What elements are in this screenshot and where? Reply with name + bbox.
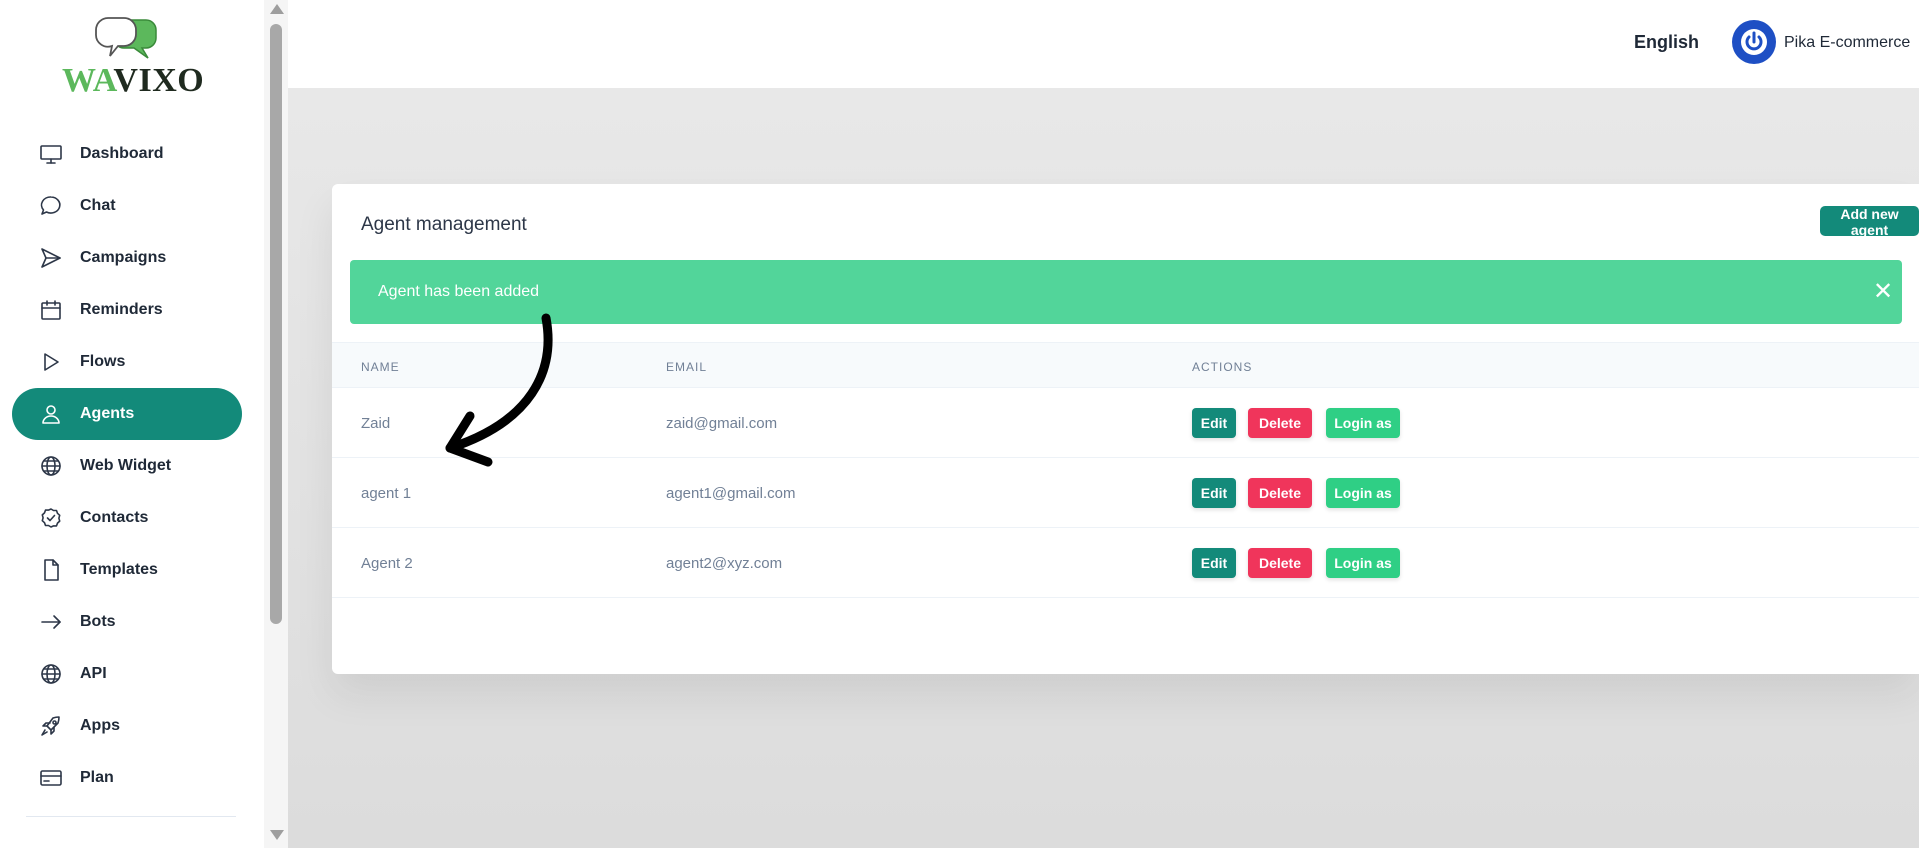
- sidebar-item-label: Reminders: [80, 301, 163, 318]
- add-new-agent-button[interactable]: Add new agent: [1820, 206, 1919, 238]
- column-header-name: NAME: [361, 360, 400, 374]
- sidebar-item-label: Plan: [80, 769, 114, 786]
- sidebar-item-label: API: [80, 665, 107, 682]
- send-icon: [38, 245, 64, 271]
- login-as-button[interactable]: Login as: [1326, 408, 1400, 438]
- scroll-up-arrow-icon[interactable]: [270, 4, 284, 14]
- annotation-arrow-icon: [445, 313, 553, 467]
- agent-name: Agent 2: [361, 555, 413, 572]
- sidebar-item-dashboard[interactable]: Dashboard: [12, 128, 242, 180]
- logo-text: WAVIXO: [62, 62, 205, 99]
- sidebar-item-apps[interactable]: Apps: [12, 700, 242, 752]
- close-icon[interactable]: ✕: [1869, 278, 1897, 306]
- globe-icon: [38, 453, 64, 479]
- success-alert: Agent has been added ✕: [350, 260, 1902, 324]
- globe-icon: [38, 661, 64, 687]
- table-header: NAME EMAIL ACTIONS: [332, 342, 1919, 388]
- sidebar: WAVIXO Dashboard Chat Campaigns Reminder…: [0, 0, 264, 848]
- sidebar-item-label: Flows: [80, 353, 126, 370]
- sidebar-item-label: Dashboard: [80, 145, 164, 162]
- alert-message: Agent has been added: [378, 283, 540, 300]
- credit-card-icon: [38, 765, 64, 791]
- delete-button[interactable]: Delete: [1248, 408, 1312, 438]
- agent-email: agent1@gmail.com: [666, 485, 796, 502]
- delete-button[interactable]: Delete: [1248, 548, 1312, 578]
- chat-bubbles-logo-icon: [95, 17, 157, 59]
- calendar-icon: [38, 297, 64, 323]
- table-row: Zaid zaid@gmail.com Edit Delete Login as: [332, 388, 1919, 458]
- sidebar-item-chat[interactable]: Chat: [12, 180, 242, 232]
- wavixo-logo[interactable]: WAVIXO: [60, 14, 210, 99]
- sidebar-scrollbar[interactable]: [264, 0, 288, 848]
- arrow-right-icon: [38, 609, 64, 635]
- sidebar-item-reminders[interactable]: Reminders: [12, 284, 242, 336]
- edit-button[interactable]: Edit: [1192, 408, 1236, 438]
- page-title: Agent management: [361, 214, 527, 235]
- org-name[interactable]: Pika E-commerce: [1784, 34, 1910, 52]
- check-circle-icon: [38, 505, 64, 531]
- rocket-icon: [38, 713, 64, 739]
- sidebar-item-label: Bots: [80, 613, 116, 630]
- sidebar-item-label: Campaigns: [80, 249, 167, 266]
- org-avatar[interactable]: [1732, 20, 1776, 64]
- sidebar-divider: [26, 816, 236, 817]
- column-header-actions: ACTIONS: [1192, 360, 1253, 374]
- login-as-button[interactable]: Login as: [1326, 478, 1400, 508]
- column-header-email: EMAIL: [666, 360, 708, 374]
- agent-management-card: Agent management Add new agent Agent has…: [332, 184, 1919, 674]
- sidebar-item-agents[interactable]: Agents: [12, 388, 242, 440]
- sidebar-item-api[interactable]: API: [12, 648, 242, 700]
- sidebar-item-flows[interactable]: Flows: [12, 336, 242, 388]
- document-icon: [38, 557, 64, 583]
- delete-button[interactable]: Delete: [1248, 478, 1312, 508]
- login-as-button[interactable]: Login as: [1326, 548, 1400, 578]
- sidebar-item-label: Contacts: [80, 509, 149, 526]
- scroll-down-arrow-icon[interactable]: [270, 830, 284, 840]
- edit-button[interactable]: Edit: [1192, 548, 1236, 578]
- sidebar-item-contacts[interactable]: Contacts: [12, 492, 242, 544]
- scroll-thumb[interactable]: [270, 24, 282, 624]
- sidebar-item-templates[interactable]: Templates: [12, 544, 242, 596]
- sidebar-item-plan[interactable]: Plan: [12, 752, 242, 804]
- agent-email: zaid@gmail.com: [666, 415, 778, 432]
- table-row: Agent 2 agent2@xyz.com Edit Delete Login…: [332, 528, 1919, 598]
- table-row: agent 1 agent1@gmail.com Edit Delete Log…: [332, 458, 1919, 528]
- user-icon: [38, 401, 64, 427]
- play-icon: [38, 349, 64, 375]
- language-selector[interactable]: English: [1634, 32, 1699, 53]
- top-header: English Pika E-commerce: [288, 0, 1919, 88]
- sidebar-nav: Dashboard Chat Campaigns Reminders Flows…: [12, 128, 242, 804]
- agent-name: agent 1: [361, 485, 412, 502]
- monitor-icon: [38, 141, 64, 167]
- sidebar-item-label: Apps: [80, 717, 120, 734]
- sidebar-item-label: Templates: [80, 561, 158, 578]
- sidebar-item-web-widget[interactable]: Web Widget: [12, 440, 242, 492]
- edit-button[interactable]: Edit: [1192, 478, 1236, 508]
- chat-bubble-icon: [38, 193, 64, 219]
- agent-name: Zaid: [361, 415, 391, 432]
- sidebar-item-label: Agents: [80, 405, 135, 422]
- power-icon: [1741, 29, 1767, 55]
- sidebar-item-campaigns[interactable]: Campaigns: [12, 232, 242, 284]
- agent-email: agent2@xyz.com: [666, 555, 783, 572]
- sidebar-item-bots[interactable]: Bots: [12, 596, 242, 648]
- sidebar-item-label: Web Widget: [80, 457, 172, 474]
- sidebar-item-label: Chat: [80, 197, 116, 214]
